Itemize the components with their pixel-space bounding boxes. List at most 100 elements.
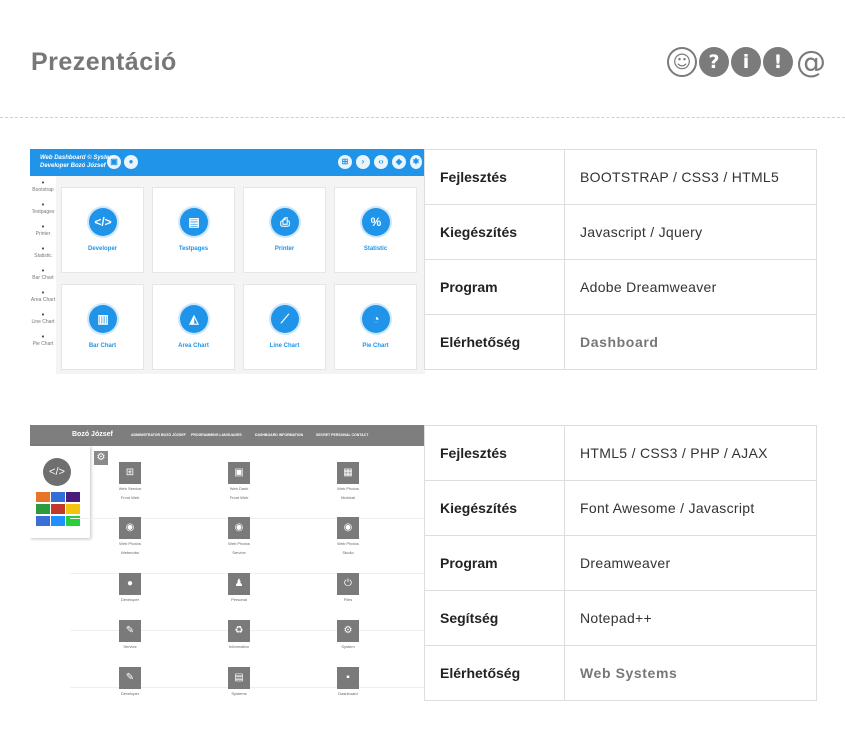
- websystems-preview-image[interactable]: Bozó József ADMINISTRATOR BOZÓ JÓZSEF PR…: [30, 425, 425, 705]
- info-value: Adobe Dreamweaver: [564, 259, 817, 315]
- info-label: Elérhetőség: [424, 645, 565, 701]
- color-swatch: [51, 516, 65, 526]
- cell-label: Web Dash: [229, 486, 249, 491]
- info-row: Program Dreamweaver: [424, 535, 817, 591]
- preview-sidebar-item: • Line Chart: [30, 308, 56, 330]
- preview-sidebar-item: • Bootstrap: [30, 176, 56, 198]
- tile-icon: %: [362, 208, 390, 236]
- info-row: Segítség Notepad++: [424, 590, 817, 646]
- color-swatch: [51, 504, 65, 514]
- sidebar-dot-icon: •: [41, 180, 45, 187]
- availability-link[interactable]: Web Systems: [564, 645, 817, 701]
- tag-icon: ◆: [392, 155, 406, 169]
- info-label: Fejlesztés: [424, 425, 565, 481]
- preview-nav-item: PROGRAMMING LANGUAGES: [191, 433, 242, 437]
- cell-icon: ◉: [119, 517, 141, 539]
- tile-label: Pie Chart: [362, 343, 389, 349]
- preview-sidebar-item: • Pie Chart: [30, 330, 56, 352]
- tile-icon: ◔: [362, 305, 390, 333]
- cell-icon: ●: [119, 573, 141, 595]
- preview-sidebar-label: Bar Chart: [32, 275, 54, 281]
- preview-sidebar-label: Statistic: [34, 253, 52, 259]
- preview-grid-cell: ▤ Systems: [209, 667, 269, 705]
- preview-grid-cell: ● Developer: [100, 573, 160, 621]
- preview-sidebar-label: Line Chart: [31, 319, 55, 325]
- preview-sidebar-label: Printer: [35, 231, 51, 237]
- preview-brand-line2: Developer Bozó József: [40, 163, 106, 169]
- preview-nav-item: SECRET PERSONAL CONTACT: [316, 433, 369, 437]
- tile-label: Testpages: [178, 246, 209, 252]
- cell-label: Web Photos: [228, 541, 250, 546]
- cell-label: Dashboard: [338, 691, 358, 696]
- cell-label: Developer: [120, 691, 140, 696]
- cell-icon: ♻: [228, 620, 250, 642]
- windows-icon: ⊞: [338, 155, 352, 169]
- color-swatch: [66, 492, 80, 502]
- preview-tile: ▤ Testpages: [152, 187, 235, 273]
- cell-label: Systems: [231, 691, 247, 696]
- page-header: Prezentáció ☺ ? i ! @: [0, 0, 845, 118]
- preview-sidebar: • Bootstrap • Testpages • Printer • Statistic • B…: [30, 176, 56, 374]
- at-icon[interactable]: @: [795, 45, 827, 80]
- sidebar-dot-icon: •: [41, 202, 45, 209]
- preview-topbar: Bozó József ADMINISTRATOR BOZÓ JÓZSEF PR…: [30, 425, 425, 446]
- info-value: Dreamweaver: [564, 535, 817, 591]
- tile-label: Printer: [274, 246, 295, 252]
- preview-sidebar-item: • Testpages: [30, 198, 56, 220]
- preview-grid-cell: ⏻ Files: [318, 573, 378, 621]
- preview-sidebar-label: Pie Chart: [32, 341, 54, 347]
- code-icon: ‹›: [374, 155, 388, 169]
- tile-icon: </>: [89, 208, 117, 236]
- cell-label: Web Photos: [337, 486, 359, 491]
- dashboard-preview-image[interactable]: Web Dashboard © System Developer Bozó Jó…: [30, 149, 425, 374]
- preview-grid-cell: ▪ Dashboard: [318, 667, 378, 705]
- tile-icon: ◭: [180, 305, 208, 333]
- color-swatch: [36, 492, 50, 502]
- cell-icon: ⚙: [337, 620, 359, 642]
- sidebar-dot-icon: •: [41, 224, 45, 231]
- cell-icon: ⏻: [337, 573, 359, 595]
- preview-grid-cell: ▣ Web Dash Front Web: [209, 462, 269, 510]
- availability-link[interactable]: Dashboard: [564, 314, 817, 370]
- preview-tile: ◭ Area Chart: [152, 284, 235, 370]
- preview-sidebar-label: Area Chart: [30, 297, 56, 303]
- cell-label: Service: [123, 644, 137, 649]
- preview-tile: ⎙ Printer: [243, 187, 326, 273]
- smile-icon[interactable]: ☺: [667, 47, 697, 77]
- info-label: Kiegészítés: [424, 204, 565, 260]
- color-swatch: [36, 504, 50, 514]
- apple-icon: ●: [124, 155, 138, 169]
- color-swatch: [66, 504, 80, 514]
- preview-grid-cell: ✎ Developer: [100, 667, 160, 705]
- info-icon[interactable]: i: [731, 47, 761, 77]
- preview-tile: ▥ Bar Chart: [61, 284, 144, 370]
- cell-icon: ◉: [337, 517, 359, 539]
- lock-icon: ▣: [107, 155, 121, 169]
- cell-icon: ▪: [337, 667, 359, 689]
- cell-icon: ▤: [228, 667, 250, 689]
- tile-label: Developer: [87, 246, 117, 252]
- cell-label: Web Service: [118, 486, 142, 491]
- question-icon[interactable]: ?: [699, 47, 729, 77]
- tile-icon: ⟋: [271, 305, 299, 333]
- preview-nav-item: DASHBOARD INFORMATION: [255, 433, 304, 437]
- info-row: Elérhetőség Web Systems: [424, 645, 817, 701]
- info-row: Fejlesztés BOOTSTRAP / CSS3 / HTML5: [424, 149, 817, 205]
- exclamation-icon[interactable]: !: [763, 47, 793, 77]
- preview-grid-cell: ◉ Web Photos Service: [209, 517, 269, 565]
- cell-sublabel: Front Web: [229, 495, 249, 500]
- cell-icon: ⊞: [119, 462, 141, 484]
- cell-icon: ◉: [228, 517, 250, 539]
- sidebar-dot-icon: •: [41, 246, 45, 253]
- cell-label: Developer: [120, 597, 140, 602]
- tile-icon: ▤: [180, 208, 208, 236]
- cell-label: Web Photos: [119, 541, 141, 546]
- info-row: Elérhetőség Dashboard: [424, 314, 817, 370]
- cell-sublabel: Mobizal: [341, 495, 355, 500]
- cell-icon: ▦: [337, 462, 359, 484]
- header-icon-group: ☺ ? i ! @: [667, 45, 827, 80]
- preview-grid-cell: ◉ Web Photos Webmobs: [100, 517, 160, 565]
- sidebar-dot-icon: •: [41, 312, 45, 319]
- preview-grid-cell: ♟ Personal: [209, 573, 269, 621]
- info-value: HTML5 / CSS3 / PHP / AJAX: [564, 425, 817, 481]
